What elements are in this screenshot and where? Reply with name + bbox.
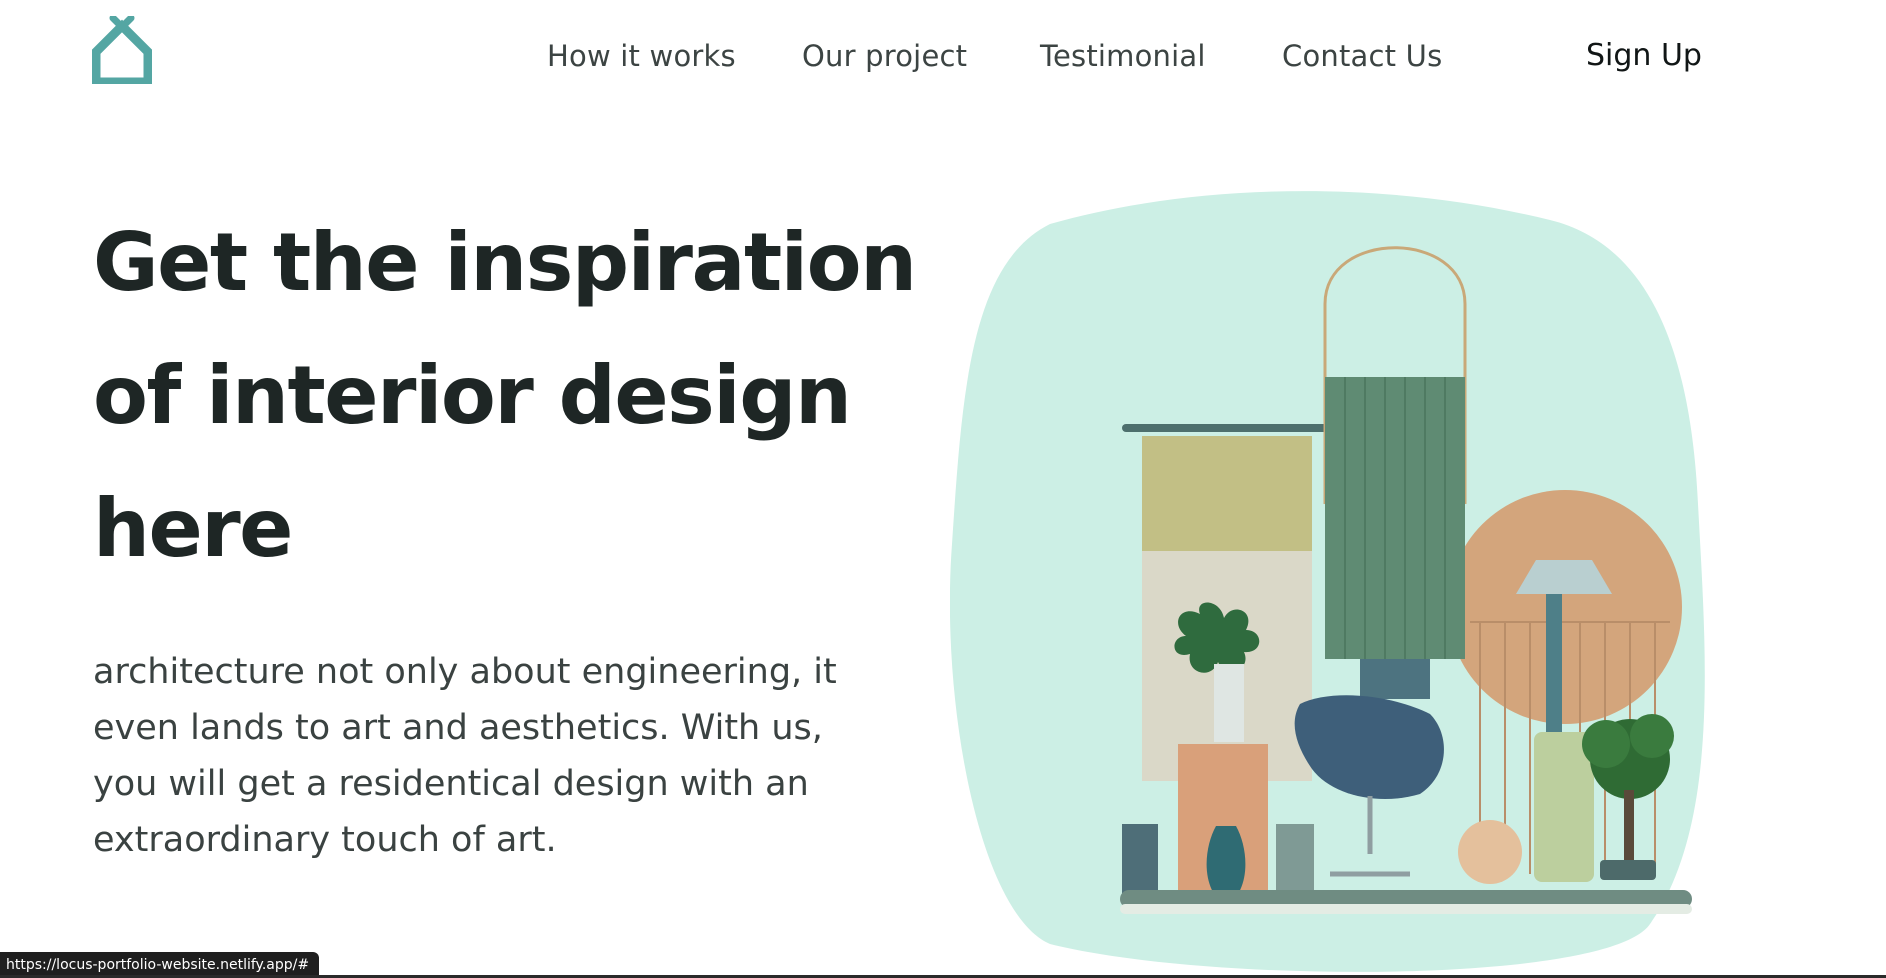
nav-our-project[interactable]: Our project xyxy=(802,34,967,78)
hero-description: architecture not only about engineering,… xyxy=(93,652,837,860)
nav-how-it-works[interactable]: How it works xyxy=(547,34,736,78)
nav-contact-us[interactable]: Contact Us xyxy=(1282,34,1442,78)
hero-title: Get the inspiration of interior design h… xyxy=(93,216,917,575)
sign-up-button[interactable]: Sign Up xyxy=(1586,34,1702,78)
interior-illustration xyxy=(950,191,1705,972)
logo-house-icon[interactable] xyxy=(92,16,152,84)
nav-testimonial[interactable]: Testimonial xyxy=(1040,34,1206,78)
page: How it works Our project Testimonial Con… xyxy=(0,0,1886,978)
